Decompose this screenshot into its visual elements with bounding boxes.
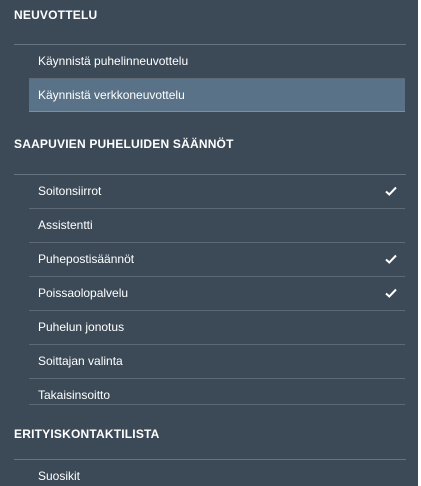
menu-item-label: Puhepostisäännöt <box>38 252 135 266</box>
menu-item-out-of-office[interactable]: Poissaolopalvelu <box>29 277 405 310</box>
menu-panel: NEUVOTTELU Käynnistä puhelinneuvottelu K… <box>0 0 418 486</box>
menu-item-label: Käynnistä puhelinneuvottelu <box>38 54 189 68</box>
section-header-incoming-call-rules: SAAPUVIEN PUHELUIDEN SÄÄNNÖT <box>14 137 234 151</box>
menu-item-label: Soitonsiirrot <box>38 184 102 198</box>
menu-item-label: Puhelun jonotus <box>38 320 125 334</box>
check-icon <box>385 288 397 298</box>
menu-item-start-web-conference[interactable]: Käynnistä verkkoneuvottelu <box>29 79 405 112</box>
menu-item-label: Poissaolopalvelu <box>38 286 129 300</box>
menu-item-favorites[interactable]: Suosikit <box>29 460 405 486</box>
menu-item-assistant[interactable]: Assistentti <box>29 209 405 242</box>
menu-item-label: Käynnistä verkkoneuvottelu <box>38 88 185 102</box>
menu-item-callback[interactable]: Takaisinsoitto <box>29 379 405 412</box>
check-icon <box>385 254 397 264</box>
menu-item-start-phone-conference[interactable]: Käynnistä puhelinneuvottelu <box>29 45 405 78</box>
check-icon <box>385 186 397 196</box>
menu-item-call-queuing[interactable]: Puhelun jonotus <box>29 311 405 344</box>
menu-item-voicemail-rules[interactable]: Puhepostisäännöt <box>29 243 405 276</box>
menu-item-label: Soittajan valinta <box>38 354 123 368</box>
section-header-conference: NEUVOTTELU <box>14 8 98 22</box>
menu-item-label: Suosikit <box>38 469 81 483</box>
menu-item-call-forwarding[interactable]: Soitonsiirrot <box>29 175 405 208</box>
item-separator <box>29 404 405 405</box>
menu-item-label: Takaisinsoitto <box>38 388 111 402</box>
menu-item-label: Assistentti <box>38 218 93 232</box>
section-header-special-contacts: ERITYISKONTAKTILISTA <box>14 427 160 441</box>
menu-item-caller-selection[interactable]: Soittajan valinta <box>29 345 405 378</box>
